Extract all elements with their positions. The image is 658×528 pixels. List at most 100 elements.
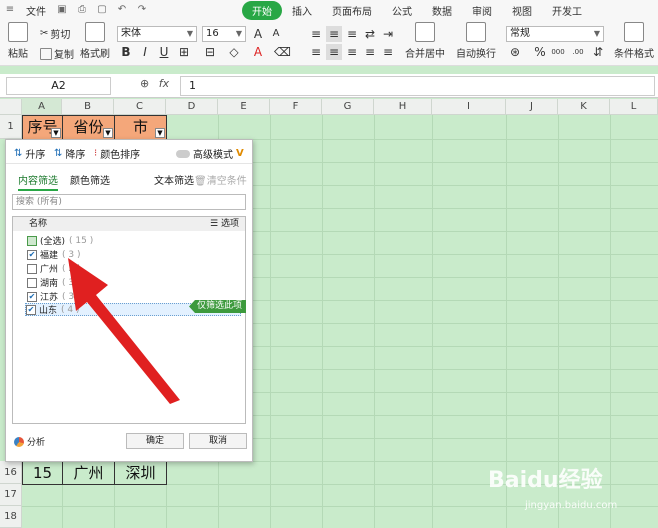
column-header-i[interactable]: I [432, 99, 506, 115]
align-left-icon[interactable]: ≡ [308, 44, 324, 60]
menu-icon[interactable]: ≡ [3, 3, 17, 17]
tab-developer[interactable]: 开发工 [542, 3, 592, 18]
row-header-16[interactable]: 16 [0, 461, 22, 484]
format-painter-button[interactable]: 格式刷 [80, 22, 110, 60]
only-filter-this-button[interactable]: 仅筛选此项 [189, 300, 246, 313]
tab-insert[interactable]: 插入 [282, 3, 322, 18]
tab-formula[interactable]: 公式 [382, 3, 422, 18]
bold-button[interactable]: B [118, 44, 134, 60]
sort-desc-button[interactable]: ⇅ 降序 [54, 146, 85, 161]
header-cell-seq[interactable]: 序号 ▼ [22, 115, 63, 140]
wrap-text-button[interactable]: 自动换行 [456, 22, 496, 60]
tab-home[interactable]: 开始 [242, 0, 282, 20]
strike-icon[interactable]: ⊟ [202, 44, 218, 60]
list-item[interactable]: ✔ 江苏( 3 ) [27, 290, 81, 303]
table-cell[interactable]: 广州 [62, 461, 115, 485]
ok-button[interactable]: 确定 [126, 433, 184, 449]
header-cell-city[interactable]: 市 ▼ [114, 115, 167, 140]
tab-color-filter[interactable]: 颜色筛选 [70, 172, 110, 187]
currency-icon[interactable]: ⊛ [507, 44, 523, 60]
clear-format-icon[interactable]: ⌫ [274, 44, 291, 60]
zoom-icon[interactable]: ⊕ [140, 77, 149, 90]
thousands-icon[interactable]: ⇵ [590, 44, 606, 60]
align-bottom-icon[interactable]: ≡ [344, 26, 360, 42]
copy-button[interactable]: 复制 [40, 46, 74, 61]
checkbox-checked[interactable]: ✔ [27, 291, 37, 302]
align-middle-icon[interactable]: ≡ [326, 26, 342, 42]
italic-button[interactable]: I [137, 44, 153, 60]
list-item[interactable]: ✔ 福建( 3 ) [27, 248, 81, 261]
fill-color-icon[interactable]: ◇ [226, 44, 242, 60]
preview-icon[interactable]: ▢ [95, 3, 109, 17]
column-header-h[interactable]: H [374, 99, 432, 115]
list-item[interactable]: 湖南( 3 ) [27, 276, 81, 289]
percent-button[interactable]: % [532, 44, 548, 60]
conditional-format-button[interactable]: 条件格式 [614, 22, 654, 60]
table-cell[interactable]: 深圳 [114, 461, 167, 485]
distributed-icon[interactable]: ≡ [380, 44, 396, 60]
paste-button[interactable]: 粘贴 [8, 22, 28, 60]
text-filter-button[interactable]: 文本筛选 [154, 172, 194, 187]
align-center-icon[interactable]: ≡ [326, 44, 342, 60]
row-header-18[interactable]: 18 [0, 506, 22, 528]
table-cell[interactable]: 15 [22, 461, 63, 485]
sort-color-button[interactable]: ⁝ 颜色排序 [94, 146, 140, 161]
column-header-k[interactable]: K [558, 99, 610, 115]
fx-icon[interactable]: fx [159, 77, 169, 90]
list-item[interactable]: 广州( 2 ) [27, 262, 81, 275]
number-format-select[interactable]: 常规 ▼ [506, 26, 604, 42]
filter-search-input[interactable]: 搜索 (所有) [12, 194, 246, 210]
formula-input[interactable]: 1 [180, 76, 655, 96]
tab-content-filter[interactable]: 内容筛选 [18, 172, 58, 191]
column-header-d[interactable]: D [166, 99, 218, 115]
list-item-select-all[interactable]: (全选)( 15 ) [27, 234, 93, 247]
tab-page-layout[interactable]: 页面布局 [322, 3, 382, 18]
print-icon[interactable]: ⎙ [75, 3, 89, 17]
font-size-select[interactable]: 16 ▼ [202, 26, 246, 42]
advanced-mode-toggle[interactable]: 高级模式 V [176, 146, 244, 161]
select-all-corner[interactable] [0, 99, 22, 115]
font-color-icon[interactable]: A [250, 44, 266, 60]
column-header-c[interactable]: C [114, 99, 166, 115]
column-header-a[interactable]: A [22, 99, 62, 115]
font-name-select[interactable]: 宋体 ▼ [117, 26, 197, 42]
filter-dropdown-icon[interactable]: ▼ [103, 128, 113, 138]
merge-center-button[interactable]: 合并居中 [405, 22, 445, 60]
column-header-l[interactable]: L [610, 99, 658, 115]
cut-button[interactable]: ✂ 剪切 [40, 26, 70, 41]
column-header-f[interactable]: F [270, 99, 322, 115]
tab-review[interactable]: 审阅 [462, 3, 502, 18]
file-menu[interactable]: 文件 [20, 3, 52, 18]
tab-data[interactable]: 数据 [422, 3, 462, 18]
name-box[interactable]: A2 [6, 77, 111, 95]
align-right-icon[interactable]: ≡ [344, 44, 360, 60]
cancel-button[interactable]: 取消 [189, 433, 247, 449]
checkbox-unchecked[interactable] [27, 263, 37, 274]
redo-icon[interactable]: ↷ [135, 3, 149, 17]
header-cell-province[interactable]: 省份 ▼ [62, 115, 115, 140]
orientation-icon[interactable]: ⇄ [362, 26, 378, 42]
filter-dropdown-icon[interactable]: ▼ [155, 128, 165, 138]
sort-asc-button[interactable]: ⇅ 升序 [14, 146, 45, 161]
options-button[interactable]: ☰ 选项 [210, 217, 239, 231]
column-header-j[interactable]: J [506, 99, 558, 115]
row-header-17[interactable]: 17 [0, 484, 22, 506]
column-header-e[interactable]: E [218, 99, 270, 115]
checkbox-checked[interactable]: ✔ [26, 304, 36, 315]
column-header-b[interactable]: B [62, 99, 114, 115]
undo-icon[interactable]: ↶ [115, 3, 129, 17]
checkbox-unchecked[interactable] [27, 277, 37, 288]
tab-view[interactable]: 视图 [502, 3, 542, 18]
font-grow-icon[interactable]: A [250, 26, 266, 42]
checkbox-checked[interactable]: ✔ [27, 249, 37, 260]
clear-condition-button[interactable]: 🗑清空条件 [194, 172, 247, 187]
analysis-button[interactable]: 分析 [14, 435, 45, 448]
align-top-icon[interactable]: ≡ [308, 26, 324, 42]
filter-dropdown-icon[interactable]: ▼ [51, 128, 61, 138]
column-header-g[interactable]: G [322, 99, 374, 115]
justify-icon[interactable]: ≡ [362, 44, 378, 60]
font-shrink-icon[interactable]: A [268, 26, 284, 42]
decrease-decimal-button[interactable]: .00 [570, 44, 586, 60]
row-header-1[interactable]: 1 [0, 115, 22, 139]
save-icon[interactable]: ▣ [55, 3, 69, 17]
